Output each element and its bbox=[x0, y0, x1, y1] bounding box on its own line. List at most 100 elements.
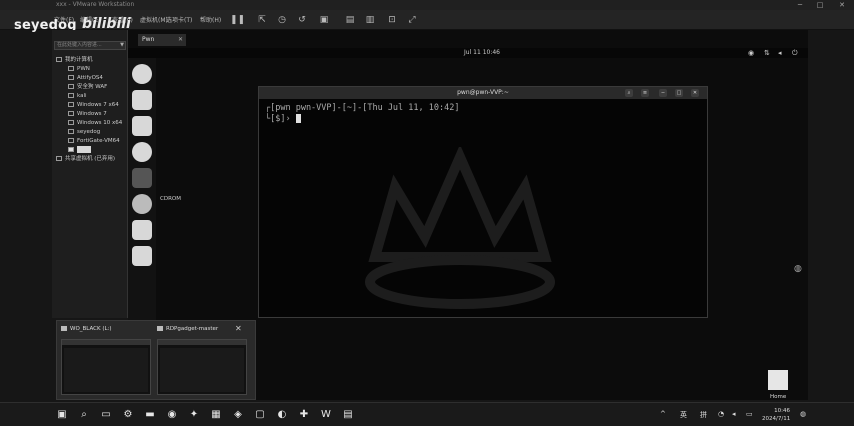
vm-icon bbox=[68, 138, 74, 143]
preview-image[interactable] bbox=[157, 339, 247, 395]
tree-item-vm[interactable]: Windows 7 x64 bbox=[68, 101, 119, 110]
tree-item-vm[interactable]: FortiGate-VM64 bbox=[68, 137, 120, 146]
app-icon[interactable]: ✦ bbox=[188, 409, 200, 421]
notification-icon[interactable]: ◍ bbox=[800, 410, 806, 418]
volume-icon[interactable]: ◂ bbox=[778, 49, 782, 57]
vm-label: Windows 10 x64 bbox=[77, 120, 123, 126]
search-icon[interactable]: ⌕ bbox=[625, 89, 633, 97]
terminal-titlebar[interactable]: pwn@pwn-VVP:~ ⌕ ≡ ─ □ ✕ bbox=[259, 87, 707, 99]
start-icon[interactable]: ▣ bbox=[56, 409, 68, 421]
home-label: Home bbox=[770, 394, 787, 400]
taskview-icon[interactable]: ▭ bbox=[100, 409, 112, 421]
tree-item-vm[interactable]: AttifyOS4 bbox=[68, 74, 103, 83]
search-icon[interactable]: ⌕ bbox=[78, 409, 90, 421]
snapshot-icon[interactable]: ◷ bbox=[276, 14, 288, 26]
tree-root[interactable]: 我的计算机 bbox=[56, 56, 93, 65]
preview-bar bbox=[158, 340, 246, 345]
tree-shared-label: 共享虚拟机 (已弃用) bbox=[65, 156, 116, 162]
console-icon[interactable]: ⊡ bbox=[386, 14, 398, 26]
minimize-icon[interactable]: ─ bbox=[659, 89, 667, 97]
tree-item-vm[interactable]: Windows 7 bbox=[68, 110, 107, 119]
revert-icon[interactable]: ↺ bbox=[296, 14, 308, 26]
send-keys-icon[interactable]: ⇱ bbox=[256, 14, 268, 26]
network-icon[interactable]: ⇅ bbox=[764, 49, 770, 57]
accessibility-icon[interactable]: ◉ bbox=[748, 49, 754, 57]
tree-item-vm[interactable]: 安全狗 WAF bbox=[68, 83, 107, 92]
vm-icon bbox=[68, 102, 74, 107]
vm-label: seyedog bbox=[77, 129, 101, 135]
cdrom-icon[interactable] bbox=[132, 194, 152, 214]
tree-item-vm[interactable]: Windows 10 x64 bbox=[68, 119, 122, 128]
library-search-input[interactable]: 在此处键入内容进... ▼ bbox=[54, 41, 126, 50]
app-icon[interactable] bbox=[132, 142, 152, 162]
terminal-title: pwn@pwn-VVP:~ bbox=[457, 89, 509, 96]
preview-title: WO_BLACK (L:) bbox=[61, 325, 153, 334]
tree-item-vm[interactable]: kali bbox=[68, 92, 87, 101]
app-icon[interactable]: ▤ bbox=[342, 409, 354, 421]
editor-icon[interactable] bbox=[132, 116, 152, 136]
vm-tab-label: Pwn bbox=[142, 36, 155, 43]
vm-icon bbox=[68, 84, 74, 89]
prompt-symbol: └[$]› bbox=[265, 114, 296, 124]
computer-icon bbox=[56, 57, 62, 62]
mouse-icon: ◍ bbox=[794, 264, 802, 274]
host-titlebar: xxx - VMware Workstation ─ □ ✕ bbox=[0, 0, 854, 10]
tree-shared[interactable]: 共享虚拟机 (已弃用) bbox=[56, 155, 115, 164]
vm-tab[interactable]: Pwn ✕ bbox=[138, 34, 186, 46]
menu-help[interactable]: 帮助(H) bbox=[200, 15, 221, 24]
thumbnail-icon[interactable]: ▥ bbox=[364, 14, 376, 26]
preview-window[interactable]: RDPgadget-master bbox=[157, 325, 249, 397]
preview-image[interactable] bbox=[61, 339, 151, 395]
volume-icon[interactable]: ◂ bbox=[732, 410, 736, 418]
tray-chevron-icon[interactable]: ^ bbox=[660, 410, 666, 418]
preview-bar bbox=[62, 340, 150, 345]
preview-window[interactable]: WO_BLACK (L:) bbox=[61, 325, 153, 397]
close-icon[interactable]: ✕ bbox=[691, 89, 699, 97]
app-icon[interactable]: ◈ bbox=[232, 409, 244, 421]
tray-clock[interactable]: 10:46 2024/7/11 bbox=[762, 407, 790, 423]
firefox-icon[interactable] bbox=[132, 64, 152, 84]
ime-mode[interactable]: 拼 bbox=[700, 410, 707, 420]
terminal-window[interactable]: pwn@pwn-VVP:~ ⌕ ≡ ─ □ ✕ ┌[pwn pwn-VVP]-[… bbox=[258, 86, 708, 318]
power-icon[interactable]: ⏻ bbox=[792, 49, 798, 57]
app-icon[interactable]: ▦ bbox=[210, 409, 222, 421]
menu-vm[interactable]: 虚拟机(M) bbox=[140, 15, 168, 24]
menu-tabs[interactable]: 选项卡(T) bbox=[166, 15, 192, 24]
battery-icon[interactable]: ▭ bbox=[746, 410, 753, 418]
vm-icon bbox=[68, 120, 74, 125]
help-icon[interactable] bbox=[132, 246, 152, 266]
close-icon[interactable]: ✕ bbox=[178, 34, 183, 46]
app-icon[interactable]: W bbox=[320, 409, 332, 421]
close-icon[interactable]: ✕ bbox=[235, 324, 242, 333]
app-icon[interactable]: ▢ bbox=[254, 409, 266, 421]
ime-indicator[interactable]: 英 bbox=[680, 410, 687, 420]
minimize-button[interactable]: ─ bbox=[790, 0, 810, 10]
guest-clock[interactable]: Jul 11 10:46 bbox=[464, 48, 500, 58]
preview-title-text: WO_BLACK (L:) bbox=[70, 326, 112, 332]
fullscreen-icon[interactable]: ⤢ bbox=[406, 14, 418, 26]
menu-icon[interactable]: ≡ bbox=[641, 89, 649, 97]
software-icon[interactable] bbox=[132, 220, 152, 240]
home-folder-icon[interactable] bbox=[768, 370, 788, 390]
explorer-icon[interactable]: ▬ bbox=[144, 409, 156, 421]
terminal-output[interactable]: ┌[pwn pwn-VVP]-[~]-[Thu Jul 11, 10:42] └[… bbox=[265, 103, 459, 125]
maximize-icon[interactable]: □ bbox=[675, 89, 683, 97]
app-icon[interactable]: ✚ bbox=[298, 409, 310, 421]
tree-item-selected[interactable] bbox=[68, 146, 91, 155]
wifi-icon[interactable]: ◔ bbox=[718, 410, 724, 418]
widgets-icon[interactable]: ⚙ bbox=[122, 409, 134, 421]
maximize-button[interactable]: □ bbox=[810, 0, 830, 10]
app-icon[interactable]: ◐ bbox=[276, 409, 288, 421]
files-icon[interactable] bbox=[132, 90, 152, 110]
vm-icon bbox=[68, 93, 74, 98]
manage-snapshots-icon[interactable]: ▣ bbox=[318, 14, 330, 26]
tree-item-vm[interactable]: seyedog bbox=[68, 128, 100, 137]
terminal-icon[interactable] bbox=[132, 168, 152, 188]
tree-item-vm[interactable]: PWN bbox=[68, 65, 90, 74]
dropdown-icon[interactable]: ▼ bbox=[120, 42, 124, 49]
close-button[interactable]: ✕ bbox=[832, 0, 852, 10]
sidebar-toggle-icon[interactable]: ▤ bbox=[344, 14, 356, 26]
pause-icon[interactable]: ❚❚ bbox=[230, 14, 245, 26]
browser-icon[interactable]: ◉ bbox=[166, 409, 178, 421]
cursor bbox=[295, 114, 301, 123]
